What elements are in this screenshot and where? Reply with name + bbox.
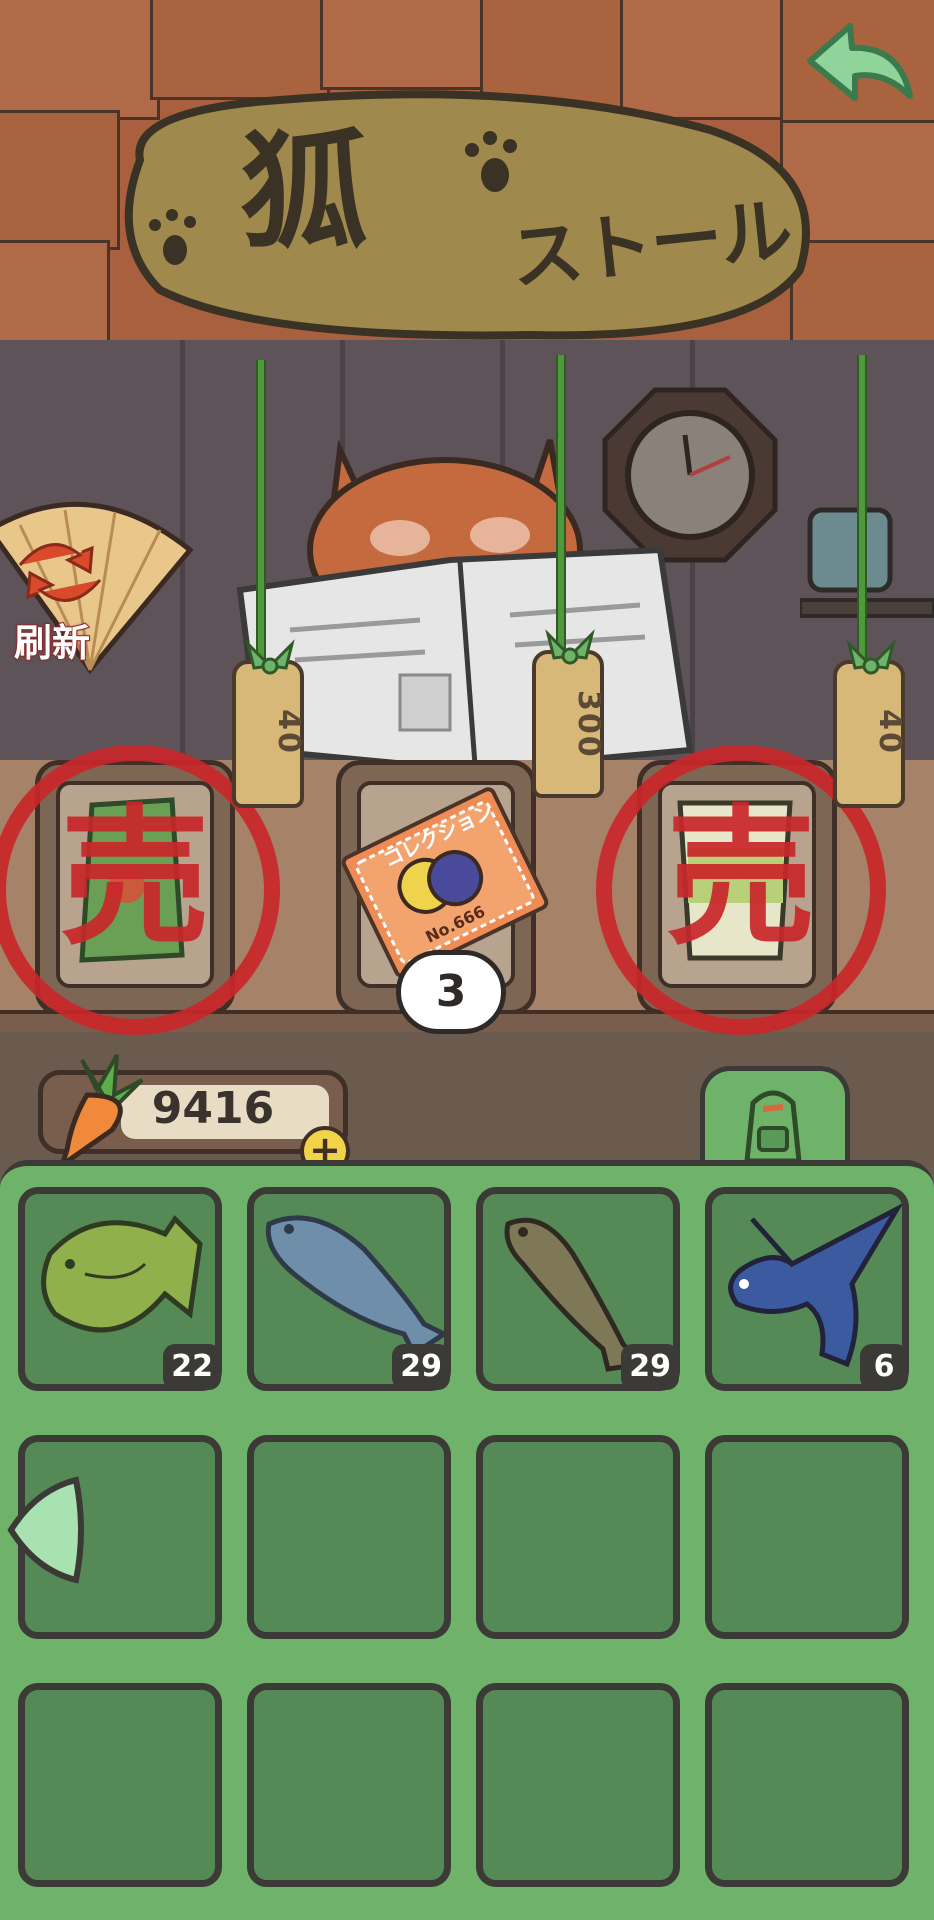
- back-arrow-button[interactable]: [800, 16, 920, 116]
- jar-shelf: [800, 507, 934, 618]
- item-count: 29: [392, 1344, 450, 1390]
- inventory-slot[interactable]: [476, 1435, 680, 1639]
- item-count: 6: [860, 1344, 908, 1390]
- inventory-slot[interactable]: [705, 1435, 909, 1639]
- inventory-slot[interactable]: [476, 1683, 680, 1887]
- sign-title: 狐: [240, 117, 369, 267]
- refresh-label: 刷新: [13, 620, 91, 666]
- sold-mark-text: 売: [59, 790, 210, 966]
- inventory-slot[interactable]: [18, 1683, 222, 1887]
- tag-string: [256, 360, 266, 660]
- shop-sign: 狐 ストール: [110, 90, 820, 340]
- quantity-bubble: 3: [396, 950, 506, 1034]
- inventory-slot[interactable]: 6: [705, 1187, 909, 1391]
- price-tag: 300: [532, 629, 606, 798]
- sold-mark-text: 売: [665, 790, 816, 966]
- scroll-left-arrow-button[interactable]: [6, 1470, 84, 1590]
- carrot-icon: [57, 1054, 144, 1170]
- inventory-slot[interactable]: [247, 1435, 451, 1639]
- inventory-slot[interactable]: [705, 1683, 909, 1887]
- inventory-slot[interactable]: 29: [247, 1187, 451, 1391]
- price-tag: 40: [833, 639, 907, 808]
- item-count: 29: [621, 1344, 679, 1390]
- price-tag-value: 300: [571, 690, 606, 759]
- inventory-slot[interactable]: [247, 1683, 451, 1887]
- price-tag: 40: [232, 639, 306, 808]
- item-count: 22: [163, 1344, 221, 1390]
- inventory-slot[interactable]: 22: [18, 1187, 222, 1391]
- tag-string: [857, 355, 867, 660]
- backpack-icon: [744, 1090, 802, 1164]
- price-tag-value: 40: [872, 709, 907, 755]
- tag-string: [556, 355, 566, 660]
- price-tag-value: 40: [271, 709, 306, 755]
- inventory-slot[interactable]: 29: [476, 1187, 680, 1391]
